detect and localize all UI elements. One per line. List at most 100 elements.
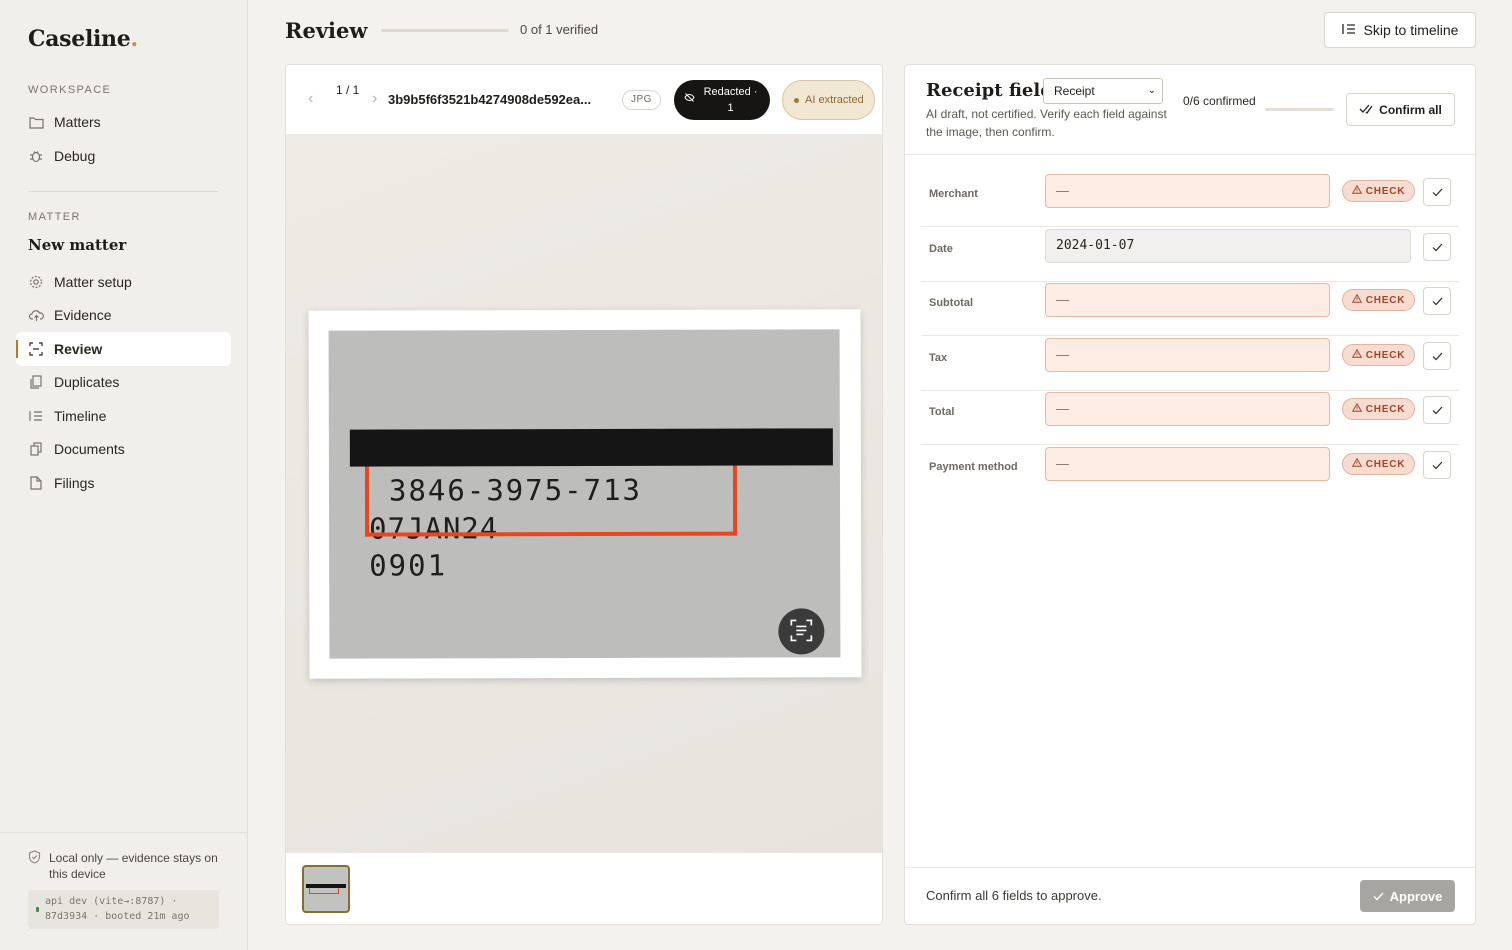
receipt-line: 0901 <box>369 548 448 583</box>
skip-to-timeline-button[interactable]: Skip to timeline <box>1324 12 1476 48</box>
subtotal-field[interactable]: — <box>1045 283 1330 317</box>
gear-icon <box>28 274 44 290</box>
sidebar-divider <box>28 191 218 192</box>
check-badge: CHECK <box>1342 180 1415 202</box>
sidebar-item-documents[interactable]: Documents <box>16 432 231 466</box>
matter-section-label: MATTER <box>28 211 81 223</box>
documents-icon <box>28 441 44 457</box>
field-label: Subtotal <box>929 297 973 309</box>
confirm-tax-button[interactable] <box>1423 342 1451 370</box>
ocr-highlight-box[interactable] <box>364 463 738 537</box>
redaction-bar[interactable] <box>349 428 833 467</box>
eye-off-icon <box>683 92 695 108</box>
status-dot-icon <box>794 97 799 103</box>
warning-icon <box>1351 457 1362 470</box>
timeline-icon <box>1341 22 1356 38</box>
tax-field[interactable]: — <box>1045 338 1330 372</box>
api-status-line1: api dev (vite→:8787) · <box>45 896 178 907</box>
sidebar-item-matters[interactable]: Matters <box>16 105 231 139</box>
ai-extracted-badge: AI extracted <box>782 80 875 120</box>
next-page-button[interactable]: › <box>372 90 377 108</box>
ai-draft-note: AI draft, not certified. Verify each fie… <box>926 107 1167 139</box>
sidebar-footer: Local only — evidence stays on this devi… <box>0 832 247 950</box>
check-icon <box>1432 457 1443 473</box>
folder-icon <box>28 114 44 130</box>
sidebar-item-timeline[interactable]: Timeline <box>16 399 231 433</box>
merchant-field[interactable]: — <box>1045 174 1330 208</box>
fields-footer: Confirm all 6 fields to approve. Approve <box>905 867 1475 924</box>
field-label: Total <box>929 406 955 418</box>
sidebar-item-evidence[interactable]: Evidence <box>16 298 231 332</box>
page-title: Review <box>285 18 368 43</box>
warning-icon <box>1351 348 1362 361</box>
check-badge: CHECK <box>1342 398 1415 420</box>
previous-page-button[interactable]: ‹ <box>308 90 313 108</box>
total-field[interactable]: — <box>1045 392 1330 426</box>
approve-button[interactable]: Approve <box>1360 880 1455 912</box>
check-icon <box>1432 239 1443 255</box>
sidebar-item-duplicates[interactable]: Duplicates <box>16 365 231 399</box>
local-only-note: Local only — evidence stays on this devi… <box>28 850 218 882</box>
file-name: 3b9b5f6f3521b4274908de592ea... <box>388 92 592 107</box>
bug-icon <box>28 148 44 164</box>
check-icon <box>1373 889 1384 904</box>
sidebar-item-filings[interactable]: Filings <box>16 466 231 500</box>
viewer-toolbar: ‹ 1 / 1 › 3b9b5f6f3521b4274908de592ea...… <box>286 65 882 135</box>
field-label: Merchant <box>929 188 978 200</box>
scan-icon <box>28 341 44 357</box>
payment-method-field[interactable]: — <box>1045 447 1330 481</box>
file-icon <box>28 475 44 491</box>
duplicate-icon <box>28 374 44 390</box>
field-label: Tax <box>929 352 948 364</box>
chevron-down-icon: ⌄ <box>1147 85 1156 96</box>
page-counter: 1 / 1 <box>336 83 360 97</box>
confirm-total-button[interactable] <box>1423 396 1451 424</box>
redacted-toggle[interactable]: Redacted · 1 <box>674 80 770 120</box>
verified-progress-bar <box>381 29 509 32</box>
document-type-select[interactable]: Receipt ⌄ <box>1043 78 1163 104</box>
text-scan-icon <box>789 618 813 645</box>
confirm-payment-method-button[interactable] <box>1423 451 1451 479</box>
field-label: Payment method <box>929 461 1018 473</box>
check-icon <box>1432 348 1443 364</box>
upload-cloud-icon <box>28 307 44 323</box>
verified-count: 0 of 1 verified <box>520 22 599 37</box>
receipt-fields-panel: Receipt fields Receipt ⌄ AI draft, not c… <box>904 64 1476 925</box>
check-badge: CHECK <box>1342 344 1415 366</box>
page-thumbnail[interactable] <box>302 865 350 913</box>
confirm-subtotal-button[interactable] <box>1423 287 1451 315</box>
sidebar: Caseline. WORKSPACE Matters Debug MATTER… <box>0 0 248 950</box>
brand-logo[interactable]: Caseline. <box>28 26 138 52</box>
document-viewer: ‹ 1 / 1 › 3b9b5f6f3521b4274908de592ea...… <box>285 64 883 925</box>
date-field[interactable]: 2024-01-07 <box>1045 229 1411 263</box>
field-row-payment-method: Payment method — CHECK <box>921 445 1459 500</box>
status-dot-icon <box>36 907 39 912</box>
api-status-line2: 87d3934 · booted 21m ago <box>45 911 190 922</box>
warning-icon <box>1351 184 1362 197</box>
thumbnail-highlight <box>309 888 339 894</box>
field-row-tax: Tax — CHECK <box>921 336 1459 391</box>
sidebar-item-debug[interactable]: Debug <box>16 139 231 173</box>
warning-icon <box>1351 402 1362 415</box>
double-check-icon <box>1359 103 1373 117</box>
confirm-date-button[interactable] <box>1423 233 1451 261</box>
ocr-scan-button[interactable] <box>778 608 825 655</box>
file-type-badge: JPG <box>622 90 661 110</box>
check-icon <box>1432 402 1443 418</box>
field-row-total: Total — CHECK <box>921 390 1459 445</box>
sidebar-item-matter-setup[interactable]: Matter setup <box>16 265 231 299</box>
confirmed-count: 0/6 confirmed <box>1183 94 1256 108</box>
check-icon <box>1432 184 1443 200</box>
shield-check-icon <box>28 850 41 882</box>
confirm-merchant-button[interactable] <box>1423 178 1451 206</box>
field-row-date: Date 2024-01-07 <box>921 227 1459 282</box>
check-badge: CHECK <box>1342 453 1415 475</box>
confirm-all-button[interactable]: Confirm all <box>1346 93 1455 126</box>
matter-title: New matter <box>28 236 127 254</box>
field-row-subtotal: Subtotal — CHECK <box>921 281 1459 336</box>
sidebar-item-review[interactable]: Review <box>16 332 231 366</box>
field-row-merchant: Merchant — CHECK <box>921 172 1459 227</box>
confirmed-progress-bar <box>1265 108 1334 111</box>
fields-header: Receipt fields Receipt ⌄ AI draft, not c… <box>905 65 1475 155</box>
check-icon <box>1432 293 1443 309</box>
